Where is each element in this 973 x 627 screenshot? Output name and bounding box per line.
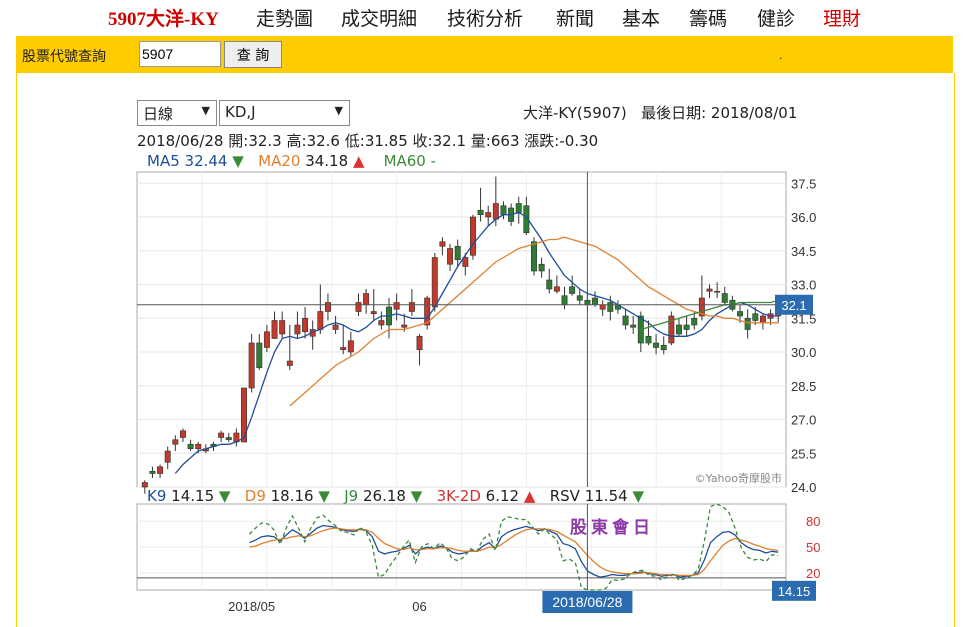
candle-body <box>256 342 263 369</box>
candle-body <box>401 324 408 328</box>
candle-body <box>302 317 309 333</box>
candle-body <box>546 279 553 290</box>
candle-body <box>141 482 148 488</box>
candle-body <box>225 437 232 441</box>
candle-body <box>515 203 522 213</box>
date-tag-label: 2018/06/28 <box>552 594 622 610</box>
candle-body <box>286 360 293 366</box>
yahoo-watermark: ©Yahoo奇摩股市 <box>695 471 782 485</box>
price-tick-label: 24.0 <box>791 480 816 495</box>
candle-body <box>324 302 331 312</box>
kd-tick-label: 80 <box>806 514 820 529</box>
candle-body <box>408 302 415 312</box>
price-tick-label: 37.5 <box>791 176 816 191</box>
candle-body <box>653 342 660 348</box>
candle-body <box>164 450 171 463</box>
price-tick-label: 30.0 <box>791 345 816 360</box>
candle-body <box>706 288 713 292</box>
candle-body <box>149 470 156 474</box>
candle-body <box>500 205 507 216</box>
candle-body <box>676 324 682 335</box>
candle-body <box>660 344 667 351</box>
price-tick-label: 34.5 <box>791 244 816 259</box>
candle-body <box>187 443 194 450</box>
candle-body <box>347 340 354 353</box>
candle-body <box>538 263 545 272</box>
candle-body <box>630 324 637 328</box>
x-tick-label: 2018/05 <box>228 599 275 614</box>
candle-body <box>691 317 698 326</box>
candle-body <box>431 257 438 308</box>
k-tag-label: 14.15 <box>778 584 811 599</box>
kd-tick-label: 20 <box>806 566 820 581</box>
candle-body <box>317 311 324 330</box>
candle-body <box>416 335 423 351</box>
candle-body <box>576 295 583 301</box>
candle-body <box>561 295 568 306</box>
candle-body <box>553 286 560 292</box>
candle-body <box>599 304 606 310</box>
candle-body <box>721 293 728 303</box>
candle-body <box>378 320 385 326</box>
candle-body <box>759 315 766 324</box>
candle-body <box>569 286 576 294</box>
price-tick-label: 33.0 <box>791 278 816 293</box>
candle-body <box>439 241 446 247</box>
candle-body <box>454 245 461 261</box>
candle-body <box>271 320 278 339</box>
candle-body <box>477 209 484 216</box>
candle-body <box>393 302 400 310</box>
candle-body <box>294 324 301 335</box>
candle-body <box>645 335 652 344</box>
candle-body <box>469 216 476 256</box>
candle-body <box>248 342 255 389</box>
candle-body <box>744 317 751 330</box>
shareholder-meeting-label: 股東會日 <box>570 517 654 538</box>
candle-body <box>714 290 721 293</box>
candle-body <box>355 302 362 312</box>
candle-body <box>592 297 599 306</box>
candle-body <box>172 439 179 445</box>
candle-body <box>157 466 164 474</box>
candle-body <box>683 324 690 330</box>
candle-body <box>340 347 347 351</box>
kd-tick-label: 50 <box>806 540 820 555</box>
candle-body <box>279 320 286 335</box>
candle-body <box>531 241 537 272</box>
price-tick-label: 28.5 <box>791 379 816 394</box>
price-tick-label: 27.0 <box>791 413 816 428</box>
price-tick-label: 25.5 <box>791 446 816 461</box>
candle-body <box>447 248 454 265</box>
candle-body <box>485 212 492 218</box>
candle-body <box>218 432 225 438</box>
candle-body <box>752 313 759 321</box>
candle-body <box>195 443 202 450</box>
candle-body <box>363 293 370 306</box>
price-tick-label: 36.0 <box>791 210 816 225</box>
candle-body <box>332 324 339 330</box>
candle-body <box>622 315 629 326</box>
candle-body <box>370 311 377 315</box>
chart-svg[interactable]: 37.536.034.533.031.530.028.527.025.524.0… <box>0 0 973 627</box>
x-tick-label: 06 <box>412 599 426 614</box>
candle-body <box>179 430 186 438</box>
candle-body <box>607 302 614 312</box>
price-tag-label: 32.1 <box>781 298 806 313</box>
candle-body <box>737 311 744 317</box>
candle-body <box>492 203 499 220</box>
candle-body <box>263 331 270 348</box>
